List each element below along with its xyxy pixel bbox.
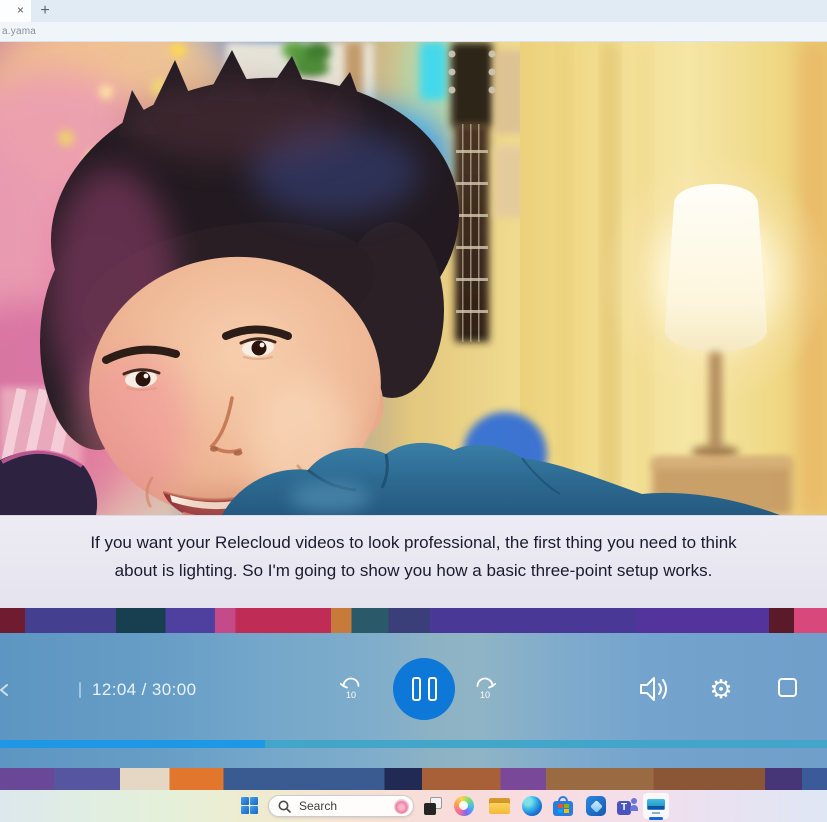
skip-forward-label: 10 (480, 690, 490, 700)
browser-tab[interactable]: × (0, 0, 31, 22)
skip-back-button[interactable]: 10 (340, 677, 362, 701)
caption-line-1: If you want your Relecloud videos to loo… (0, 529, 827, 557)
control-bar: | 12:04 / 30:00 10 10 ⚙ (0, 633, 827, 768)
play-pause-button[interactable] (393, 658, 455, 720)
caption-line-2: about is lighting. So I'm going to show … (0, 557, 827, 585)
clipped-left-icon (0, 683, 9, 697)
windows-logo-icon (241, 797, 249, 805)
caption-overlay: If you want your Relecloud videos to loo… (0, 515, 827, 608)
video-strip-lower (0, 768, 827, 790)
pause-icon (428, 677, 437, 701)
volume-button[interactable] (638, 675, 672, 703)
time-display: 12:04 / 30:00 (92, 680, 196, 700)
speaker-icon (641, 678, 654, 700)
skip-forward-button[interactable]: 10 (474, 677, 496, 701)
search-icon (278, 800, 291, 813)
teams-icon: T (617, 801, 631, 815)
start-button[interactable] (241, 797, 258, 814)
search-label: Search (299, 799, 394, 813)
pause-icon (412, 677, 421, 701)
progress-bar-fill (0, 740, 265, 748)
search-box[interactable]: Search (268, 795, 414, 817)
video-app-icon (647, 799, 665, 814)
microsoft-365-button[interactable] (586, 796, 606, 816)
file-explorer-button[interactable] (489, 798, 510, 814)
fullscreen-button[interactable] (778, 678, 797, 697)
teams-button[interactable]: T (617, 796, 638, 816)
active-app-indicator (649, 817, 663, 820)
tab-close-icon[interactable]: × (13, 3, 28, 18)
browser-tab-strip: × + (0, 0, 827, 22)
copilot-button[interactable] (454, 796, 474, 816)
taskbar: Search T (0, 790, 827, 822)
gear-icon: ⚙ (709, 674, 732, 704)
screen: × + a.yama (0, 0, 827, 822)
search-highlight-image[interactable] (394, 799, 409, 814)
settings-button[interactable]: ⚙ (706, 674, 736, 704)
edge-button[interactable] (522, 796, 542, 816)
task-view-button[interactable] (424, 797, 442, 815)
time-separator: | (79, 682, 81, 698)
skip-back-label: 10 (346, 690, 356, 700)
store-button[interactable] (553, 796, 573, 816)
progress-bar[interactable] (0, 740, 827, 748)
video-surface[interactable] (0, 42, 827, 515)
url-text: a.yama (2, 26, 36, 37)
address-bar[interactable]: a.yama (0, 22, 827, 42)
new-tab-button[interactable]: + (36, 2, 54, 20)
video-strip-upper (0, 608, 827, 633)
active-video-app-button[interactable] (643, 793, 669, 819)
